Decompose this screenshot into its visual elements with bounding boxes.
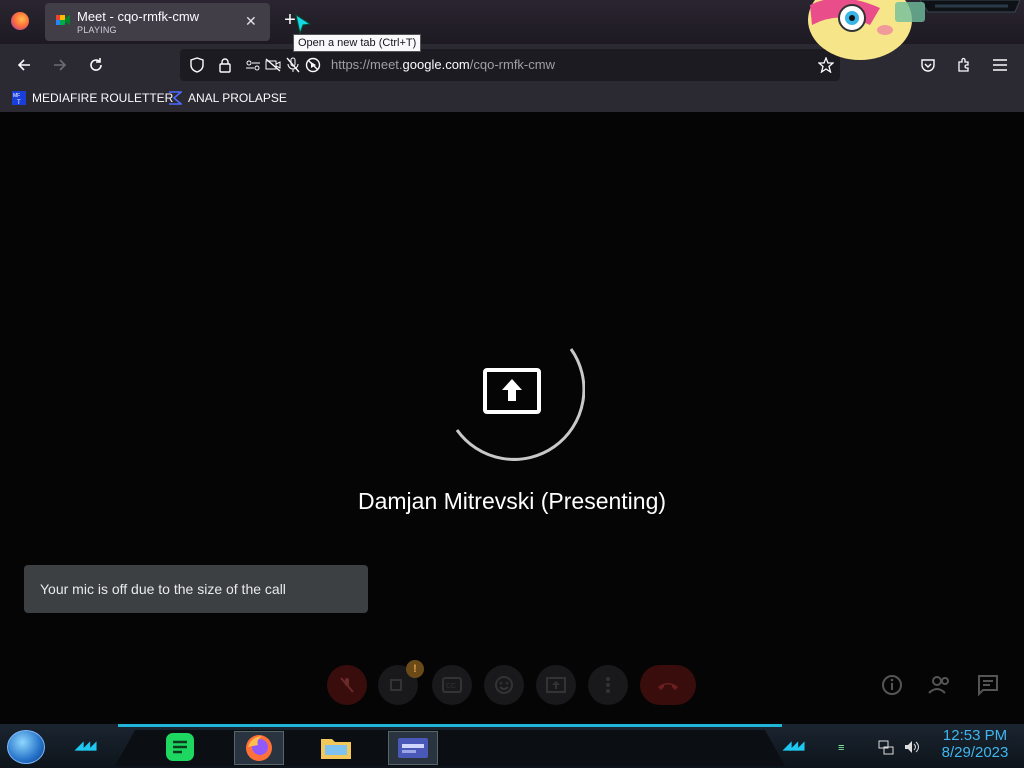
tray-expand-icon[interactable]: ≡ (838, 742, 845, 754)
mic-blocked-icon[interactable] (284, 56, 302, 74)
mic-off-icon (340, 677, 354, 693)
meeting-details-button[interactable] (879, 672, 905, 698)
firefox-menu-icon[interactable] (11, 12, 29, 30)
clock-date: 8/29/2023 (941, 744, 1009, 761)
puzzle-icon (958, 57, 969, 72)
camera-icon (390, 679, 402, 691)
people-button[interactable] (927, 672, 953, 698)
present-now-button[interactable] (536, 665, 576, 705)
info-icon (882, 675, 902, 695)
decorative-chevrons: ◢◢◢ (75, 740, 96, 752)
firefox-icon (246, 735, 272, 761)
reactions-button[interactable] (484, 665, 524, 705)
google-meet-icon (56, 15, 70, 25)
mouse-cursor-icon (295, 14, 312, 35)
end-call-icon (658, 683, 678, 690)
taskbar-window-app[interactable] (388, 731, 438, 765)
svg-text:T: T (17, 100, 21, 105)
reload-button[interactable] (85, 54, 107, 76)
chat-icon (978, 675, 998, 696)
taskbar-spotify[interactable] (156, 731, 204, 763)
meet-main-view: Damjan Mitrevski (Presenting) Your mic i… (0, 112, 1024, 724)
bookmark-label: MEDIAFIRE ROULETTER (32, 91, 174, 105)
chat-button[interactable] (975, 672, 1001, 698)
taskbar: ◢◢◢ ◢◢◢ ≡ 12:53 PM 8/29/2023 (0, 724, 1024, 768)
window-icon (398, 738, 428, 758)
arrow-left-icon (17, 59, 30, 71)
url-bar[interactable]: https://meet.google.com/cqo-rmfk-cmw (180, 49, 840, 81)
forward-button[interactable] (49, 54, 71, 76)
camera-blocked-icon[interactable] (264, 56, 282, 74)
tab-close-icon[interactable]: ✕ (245, 13, 257, 30)
taskbar-clock[interactable]: 12:53 PM 8/29/2023 (930, 727, 1020, 761)
volume-icon[interactable] (904, 739, 920, 755)
reload-icon (90, 58, 102, 71)
taskbar-firefox[interactable] (234, 731, 284, 765)
present-icon (546, 677, 566, 693)
warning-badge: ! (406, 660, 424, 678)
autoplay-blocked-icon[interactable] (304, 56, 322, 74)
svg-text:MF: MF (13, 93, 20, 99)
permissions-icon[interactable] (244, 56, 262, 74)
svg-text:CC: CC (446, 683, 456, 690)
tab-playing-status: PLAYING (77, 25, 117, 35)
url-text[interactable]: https://meet.google.com/cqo-rmfk-cmw (331, 57, 555, 72)
folder-icon (321, 739, 351, 759)
url-domain: google.com (402, 57, 470, 72)
system-tray (878, 739, 920, 755)
tab-title: Meet - cqo-rmfk-cmw (77, 9, 200, 24)
theme-decoration (920, 0, 1020, 13)
taskbar-accent-line (118, 724, 782, 727)
decorative-chevrons-right: ◢◢◢ (783, 740, 804, 752)
mic-off-notification: Your mic is off due to the size of the c… (24, 565, 368, 613)
tab-strip: Meet - cqo-rmfk-cmw PLAYING ✕ + Open a n… (0, 0, 1024, 60)
more-options-button[interactable] (588, 665, 628, 705)
mascot-character-image (808, 0, 925, 60)
taskbar-file-explorer[interactable] (312, 731, 360, 763)
mediafire-icon: MFT (12, 91, 26, 105)
presenter-name: Damjan Mitrevski (Presenting) (357, 488, 667, 514)
tab-meet[interactable]: Meet - cqo-rmfk-cmw PLAYING ✕ (45, 3, 270, 41)
captions-icon: CC (442, 677, 462, 693)
call-controls: ! CC (0, 660, 1024, 712)
network-icon[interactable] (878, 739, 894, 755)
new-tab-tooltip: Open a new tab (Ctrl+T) (293, 34, 422, 52)
arrow-right-icon (54, 59, 67, 71)
spotify-icon (166, 733, 194, 761)
captions-button[interactable]: CC (432, 665, 472, 705)
back-button[interactable] (13, 54, 35, 76)
more-vert-icon (606, 677, 610, 693)
hamburger-icon (993, 59, 1007, 71)
leave-call-button[interactable] (640, 665, 696, 705)
present-screen-icon (483, 368, 541, 414)
emoji-icon (495, 676, 513, 694)
extensions-button[interactable] (953, 54, 975, 76)
bookmark-label: ANAL PROLAPSE (188, 91, 287, 105)
lock-icon[interactable] (216, 56, 234, 74)
clock-time: 12:53 PM (942, 727, 1008, 744)
microphone-button[interactable] (327, 665, 367, 705)
shield-icon[interactable] (188, 56, 206, 74)
taskbar-app-area (115, 730, 785, 766)
url-path: /cqo-rmfk-cmw (469, 57, 555, 72)
bookmark-mediafire[interactable]: MF T MEDIAFIRE ROULETTER (12, 91, 173, 105)
bookmarks-toolbar: MF T MEDIAFIRE ROULETTER ANAL PROLAPSE (0, 86, 1024, 112)
menu-button[interactable] (989, 54, 1011, 76)
people-icon (928, 676, 949, 694)
sigma-icon (169, 91, 182, 105)
url-prefix: https://meet. (331, 57, 403, 72)
notification-text: Your mic is off due to the size of the c… (40, 581, 286, 597)
start-button[interactable] (7, 730, 45, 764)
bookmark-second[interactable]: ANAL PROLAPSE (168, 91, 287, 105)
